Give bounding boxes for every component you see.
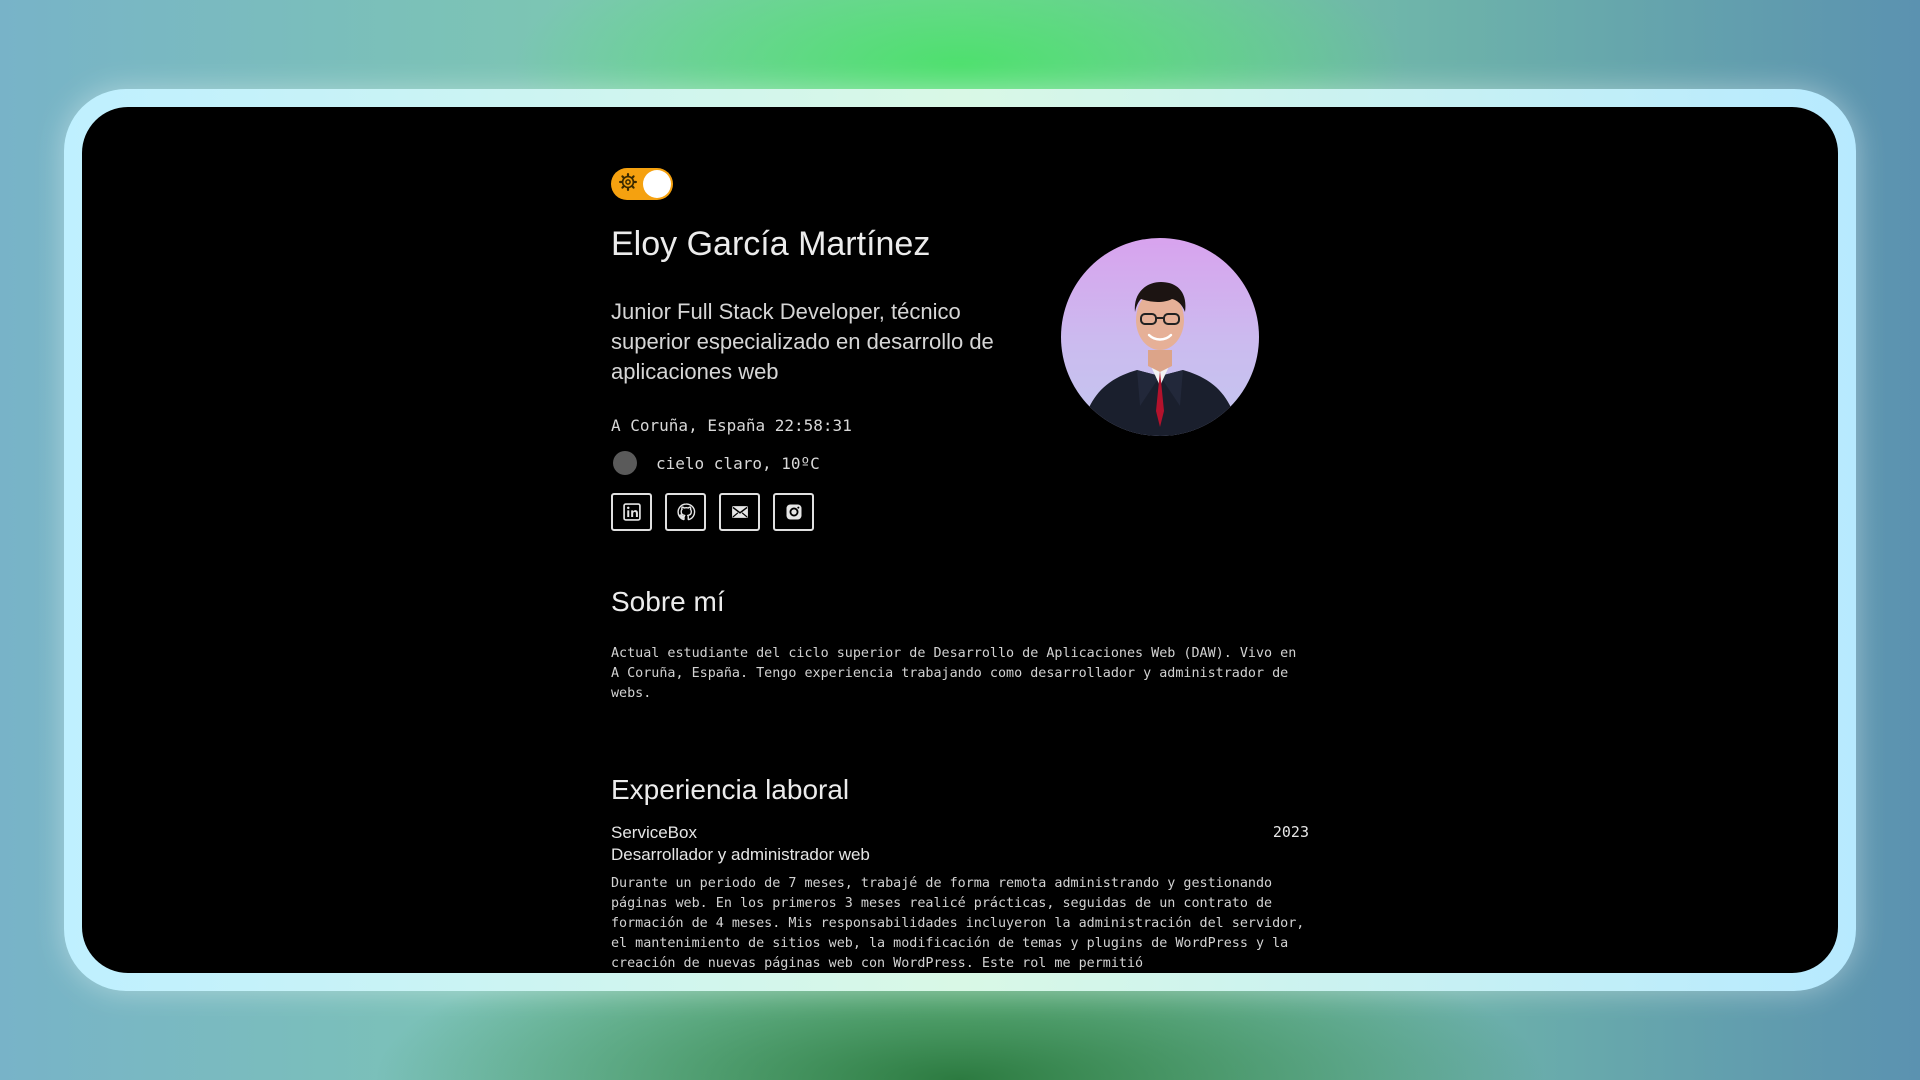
linkedin-icon — [622, 503, 641, 521]
weather-text: cielo claro, 10ºC — [656, 453, 820, 473]
mail-button[interactable] — [719, 493, 760, 531]
weather-row: cielo claro, 10ºC — [611, 451, 820, 475]
social-links — [611, 493, 814, 531]
experience-title: Experiencia laboral — [611, 774, 850, 805]
profile-photo — [1081, 282, 1239, 436]
toggle-knob — [643, 170, 671, 198]
linkedin-button[interactable] — [611, 493, 652, 531]
job-company: ServiceBox — [611, 823, 697, 842]
weather-icon — [613, 451, 637, 475]
about-text: Actual estudiante del ciclo superior de … — [611, 646, 1297, 701]
portfolio-screen: Eloy García Martínez Junior Full Stack D… — [82, 107, 1838, 973]
github-icon — [676, 503, 695, 521]
instagram-icon — [786, 504, 801, 520]
location-time: A Coruña, España 22:58:31 — [611, 416, 852, 435]
job-year: 2023 — [1272, 823, 1309, 841]
job-role: Desarrollador y administrador web — [611, 845, 870, 864]
instagram-button[interactable] — [773, 493, 814, 531]
job-description: Durante un periodo de 7 meses, trabajé d… — [611, 876, 1305, 971]
about-title: Sobre mí — [611, 586, 725, 617]
mail-icon — [731, 506, 748, 518]
profile-avatar — [1061, 238, 1259, 436]
theme-toggle[interactable] — [611, 168, 673, 200]
profile-headline: Junior Full Stack Developer, técnico sup… — [611, 299, 994, 384]
github-button[interactable] — [665, 493, 706, 531]
gear-icon — [619, 173, 637, 191]
profile-name: Eloy García Martínez — [611, 225, 931, 263]
